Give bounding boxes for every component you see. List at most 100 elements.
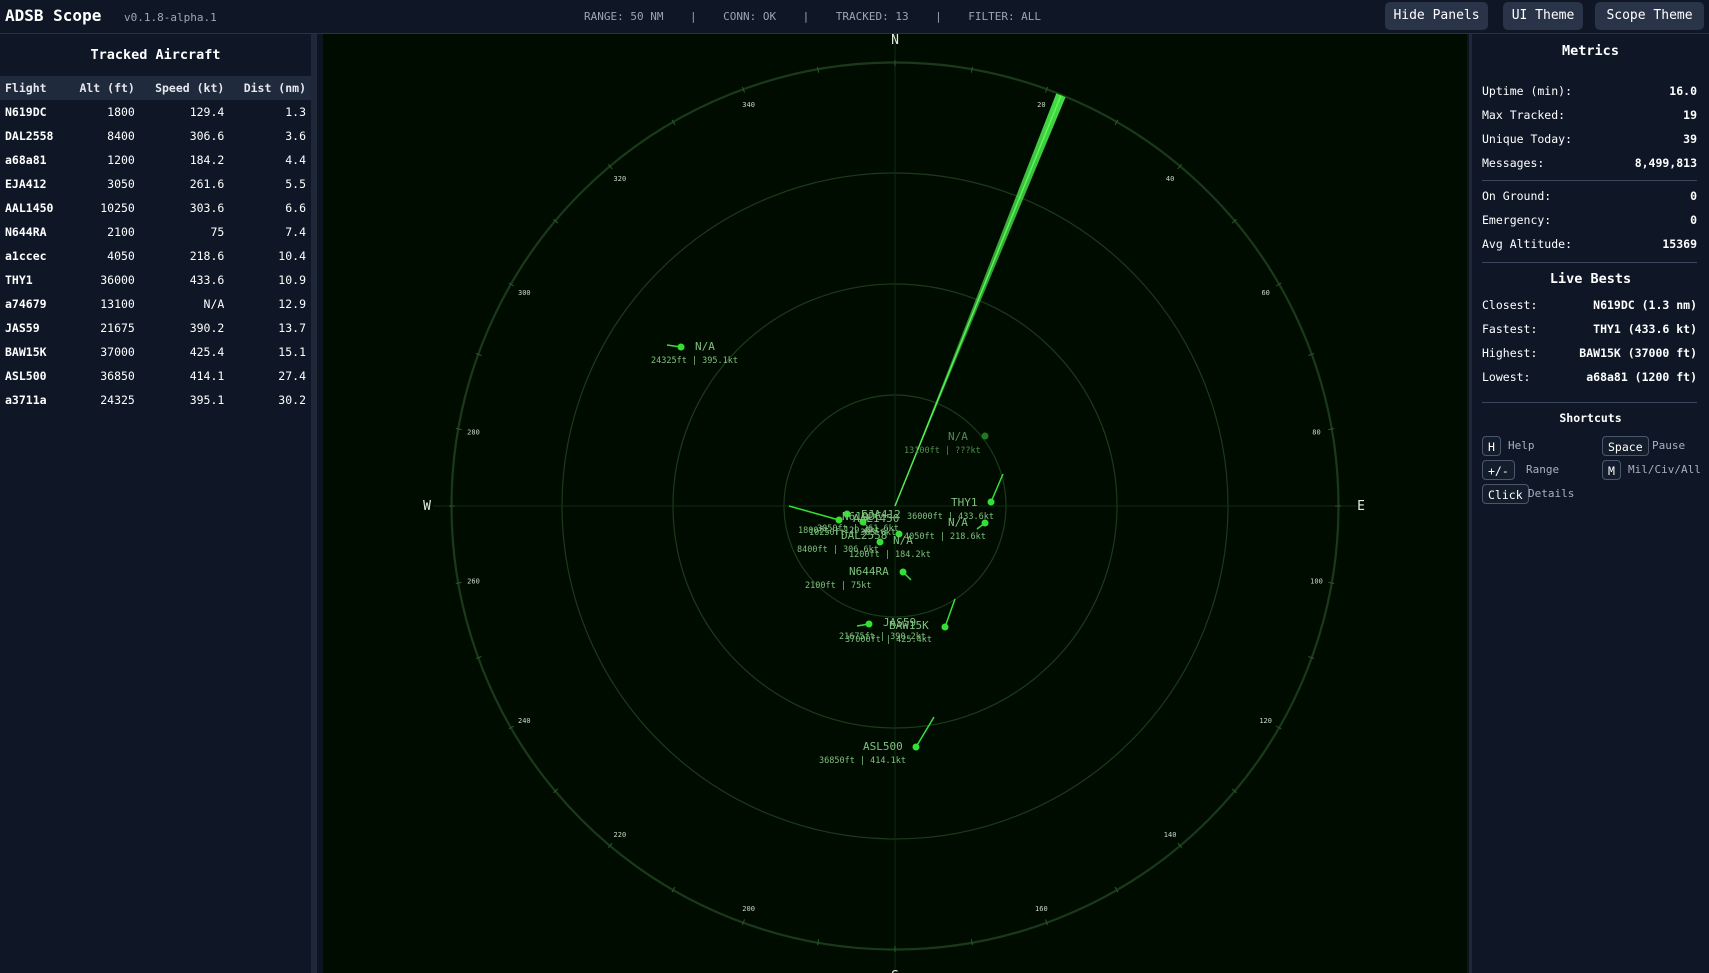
ui-theme-button[interactable]: UI Theme xyxy=(1503,2,1583,30)
cell-flight: a68a81 xyxy=(5,153,47,167)
table-row[interactable]: BAW15K 37000 425.4 15.1 xyxy=(0,340,311,364)
bearing-label: 80 xyxy=(1312,429,1320,437)
aircraft-blip xyxy=(981,519,989,527)
bearing-label: 340 xyxy=(742,101,755,109)
heading-vector xyxy=(990,473,1004,503)
metric-label: Uptime (min): xyxy=(1482,84,1573,98)
aircraft-blip xyxy=(981,432,989,440)
scope-theme-button[interactable]: Scope Theme xyxy=(1595,2,1704,30)
shortcut-key-mil[interactable]: M xyxy=(1602,460,1621,480)
bearing-label: 120 xyxy=(1259,717,1272,725)
cell-flight: JAS59 xyxy=(5,321,40,335)
cell-altitude: 10250 xyxy=(100,201,135,215)
cell-distance: 10.9 xyxy=(278,273,306,287)
best-label: Highest: xyxy=(1482,346,1538,360)
aircraft-label: N/A xyxy=(948,516,968,529)
cell-speed: 425.4 xyxy=(189,345,225,359)
metric-label: Max Tracked: xyxy=(1482,108,1566,122)
bearing-tick xyxy=(817,939,820,946)
table-row[interactable]: DAL2558 8400 306.6 3.6 xyxy=(0,124,311,148)
best-fastest: Fastest: THY1 (433.6 kt) xyxy=(1482,322,1697,342)
shortcut-key-pause[interactable]: Space xyxy=(1602,436,1649,456)
divider xyxy=(1482,180,1697,181)
heading-vector xyxy=(788,505,840,521)
cell-speed: 303.6 xyxy=(189,201,225,215)
table-row[interactable]: a68a81 1200 184.2 4.4 xyxy=(0,148,311,172)
table-row[interactable]: ASL500 36850 414.1 27.4 xyxy=(0,364,311,388)
bearing-label: 260 xyxy=(467,577,480,585)
table-header-row: Flight Alt (ft) Speed (kt) Dist (nm) xyxy=(0,76,311,100)
metric-label: On Ground: xyxy=(1482,189,1552,203)
cell-flight: N619DC xyxy=(5,105,47,119)
table-row[interactable]: N619DC 1800 129.4 1.3 xyxy=(0,100,311,124)
bearing-label: 300 xyxy=(518,289,531,297)
shortcut-key-help[interactable]: H xyxy=(1482,436,1501,456)
column-header-flight[interactable]: Flight xyxy=(0,76,67,100)
aircraft-target[interactable]: THY136000ft | 433.6kt xyxy=(907,473,1004,522)
tracked-aircraft-panel: Tracked Aircraft Flight Alt (ft) Speed (… xyxy=(0,34,317,973)
aircraft-label: N/A xyxy=(948,430,968,443)
cell-speed: 218.6 xyxy=(189,249,225,263)
metric-value: 16.0 xyxy=(1669,84,1697,98)
shortcut-key-click[interactable]: Click xyxy=(1482,484,1529,504)
column-header-distance[interactable]: Dist (nm) xyxy=(229,76,311,100)
cell-distance: 12.9 xyxy=(278,297,306,311)
best-lowest: Lowest: a68a81 (1200 ft) xyxy=(1482,370,1697,390)
cell-altitude: 8400 xyxy=(107,129,135,143)
table-row[interactable]: N644RA 2100 75 7.4 xyxy=(0,220,311,244)
bearing-label: 140 xyxy=(1164,831,1177,839)
aircraft-label: BAW15K xyxy=(889,619,929,632)
column-header-altitude[interactable]: Alt (ft) xyxy=(66,76,140,100)
aircraft-target[interactable]: ASL500 36850ft | 414.1kt xyxy=(819,716,935,766)
heading-vector xyxy=(915,716,935,748)
radar-scope[interactable]: 20 40 60 80 100 120 140 160 200 220 240 260 280 300 32… xyxy=(323,34,1467,973)
cardinal-w: W xyxy=(423,499,431,514)
cardinal-e: E xyxy=(1357,499,1365,514)
best-label: Closest: xyxy=(1482,298,1538,312)
metric-max-tracked: Max Tracked: 19 xyxy=(1482,108,1697,128)
aircraft-label: DAL2558 xyxy=(841,529,887,542)
table-row[interactable]: THY1 36000 433.6 10.9 xyxy=(0,268,311,292)
column-header-speed[interactable]: Speed (kt) xyxy=(139,76,230,100)
table-row[interactable]: a3711a 24325 395.1 30.2 xyxy=(0,388,311,412)
metric-uptime: Uptime (min): 16.0 xyxy=(1482,84,1697,104)
metric-label: Unique Today: xyxy=(1482,132,1573,146)
shortcut-key-range[interactable]: +/- xyxy=(1482,460,1515,480)
aircraft-info: 2100ft | 75kt xyxy=(805,581,872,591)
metric-value: 19 xyxy=(1683,108,1697,122)
cardinal-n: N xyxy=(891,34,899,48)
table-row[interactable]: a74679 13100 N/A 12.9 xyxy=(0,292,311,316)
cell-speed: 306.6 xyxy=(189,129,225,143)
metric-value: 0 xyxy=(1690,213,1697,227)
table-row[interactable]: JAS59 21675 390.2 13.7 xyxy=(0,316,311,340)
cell-speed: 433.6 xyxy=(189,273,225,287)
status-separator: | xyxy=(689,10,697,23)
table-row[interactable]: AAL1450 10250 303.6 6.6 xyxy=(0,196,311,220)
table-row[interactable]: a1ccec 4050 218.6 10.4 xyxy=(0,244,311,268)
table-row[interactable]: EJA412 3050 261.6 5.5 xyxy=(0,172,311,196)
aircraft-info: 36850ft | 414.1kt xyxy=(819,756,906,766)
hide-panels-button[interactable]: Hide Panels xyxy=(1385,2,1488,30)
cell-speed: 395.1 xyxy=(189,393,225,407)
aircraft-blip xyxy=(912,743,920,751)
shortcut-desc-mil: Mil/Civ/All xyxy=(1628,463,1701,476)
cell-distance: 30.2 xyxy=(278,393,306,407)
aircraft-info: 37000ft | 425.4kt xyxy=(845,635,932,645)
radar-canvas[interactable]: 20 40 60 80 100 120 140 160 200 220 240 260 280 300 32… xyxy=(323,34,1467,973)
bearing-tick xyxy=(1328,581,1335,584)
radar-sweep xyxy=(894,93,1066,507)
aircraft-target[interactable]: N/A 13100ft | ???kt xyxy=(904,430,989,456)
status-filter: FILTER: ALL xyxy=(968,10,1042,23)
cell-flight: BAW15K xyxy=(5,345,47,359)
cell-distance: 10.4 xyxy=(278,249,306,263)
status-tracked: TRACKED: 13 xyxy=(835,10,909,23)
cell-flight: a1ccec xyxy=(5,249,47,263)
aircraft-target[interactable]: BAW15K 37000ft | 425.4kt xyxy=(845,598,956,645)
aircraft-target[interactable]: N/A 24325ft | 395.1kt xyxy=(651,340,738,366)
sweep-line xyxy=(894,94,1062,507)
metric-avg-altitude: Avg Altitude: 15369 xyxy=(1482,237,1697,257)
metric-messages: Messages: 8,499,813 xyxy=(1482,156,1697,176)
metric-value: 0 xyxy=(1690,189,1697,203)
best-highest: Highest: BAW15K (37000 ft) xyxy=(1482,346,1697,366)
aircraft-targets[interactable]: N/A 24325ft | 395.1kt N/A 13100ft | ???kt TH… xyxy=(651,340,1004,766)
